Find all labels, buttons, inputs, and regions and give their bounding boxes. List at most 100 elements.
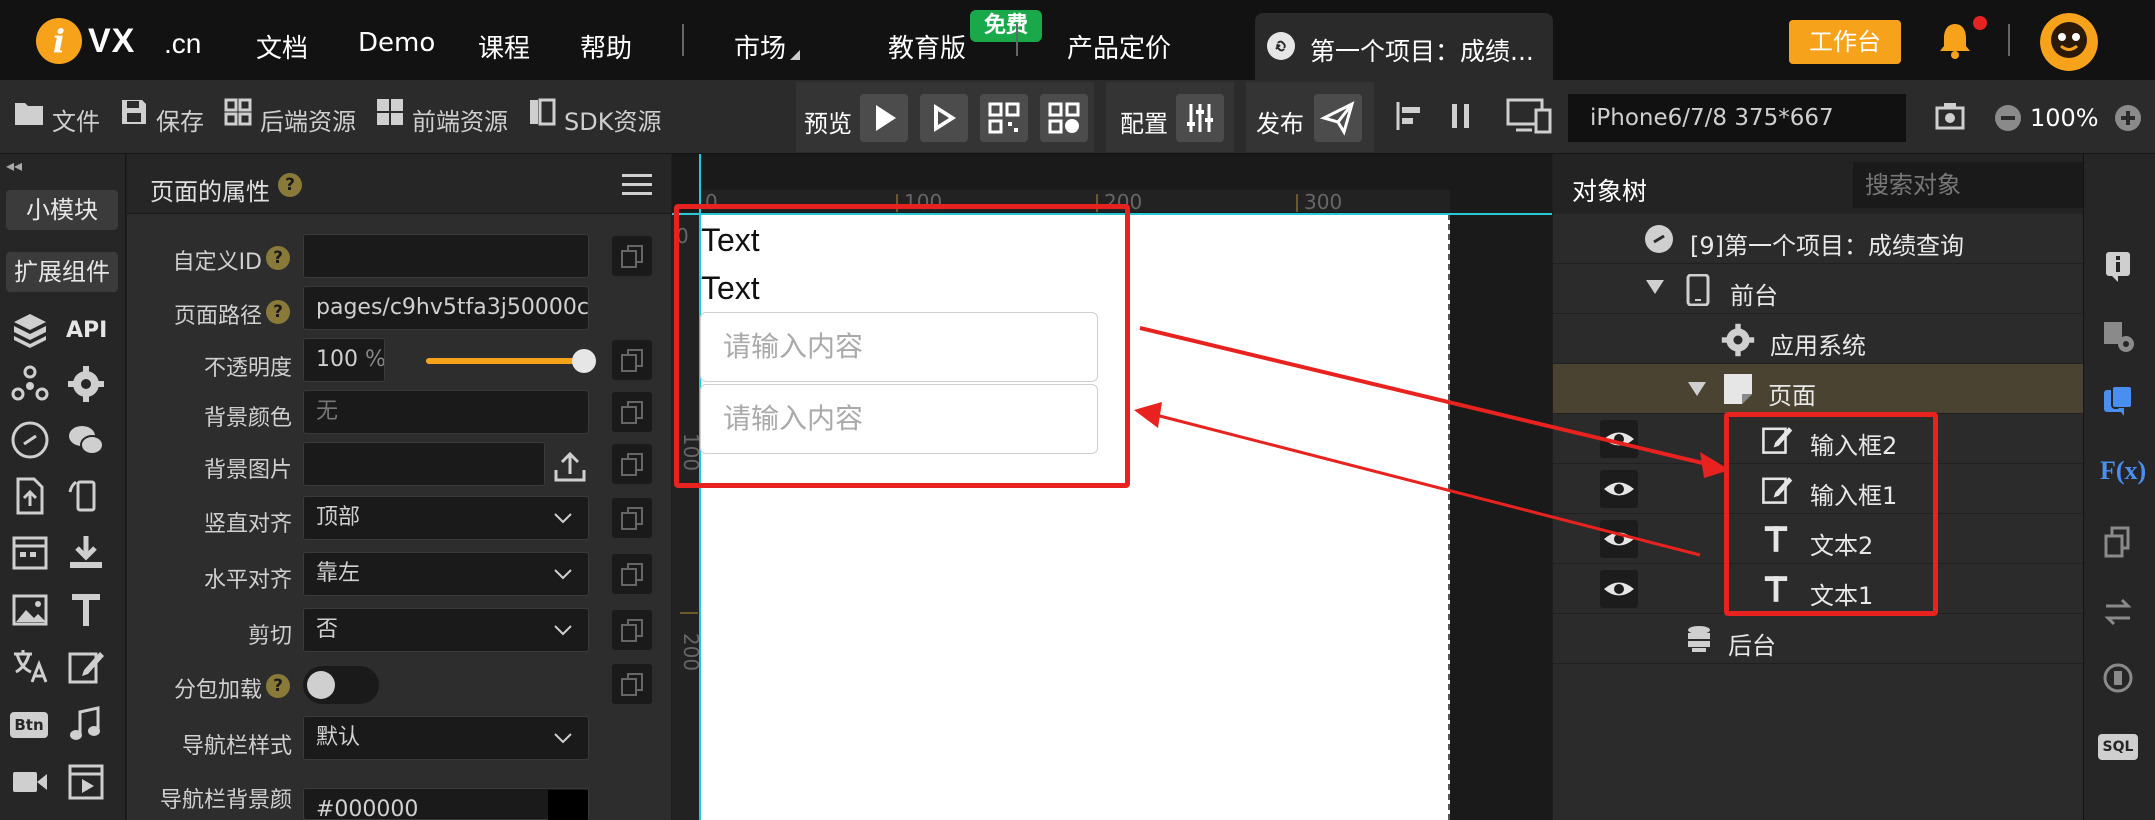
upload-icon[interactable] — [552, 448, 588, 484]
copy-layers-icon[interactable] — [2100, 524, 2136, 560]
video-player-icon[interactable] — [66, 762, 106, 802]
copy-button[interactable] — [612, 236, 652, 276]
vertical-align-select[interactable]: 顶部 — [303, 496, 589, 540]
ext-components-button[interactable]: 扩展组件 — [6, 252, 118, 292]
function-icon[interactable]: F(x) — [2100, 456, 2146, 486]
qr-preview-button[interactable] — [980, 94, 1028, 142]
opacity-slider[interactable] — [412, 346, 598, 376]
logo-suffix[interactable]: .cn — [164, 28, 201, 60]
workbench-button[interactable]: 工作台 — [1789, 20, 1901, 64]
zoom-in-icon[interactable] — [2114, 104, 2142, 132]
sdk-resources-button[interactable]: SDK资源 — [564, 102, 661, 137]
tree-label-project[interactable]: [9]第一个项目：成绩查询 — [1690, 226, 1964, 261]
upload-file-icon[interactable] — [10, 476, 50, 516]
help-icon[interactable]: ? — [266, 300, 290, 324]
menu-icon[interactable] — [622, 172, 652, 196]
clip-select[interactable]: 否 — [303, 608, 589, 652]
bell-icon[interactable] — [1938, 20, 1972, 60]
nav-help[interactable]: 帮助 — [580, 28, 632, 65]
save-button[interactable]: 保存 — [156, 102, 204, 137]
navbar-bg-input[interactable]: #000000 — [303, 788, 589, 820]
copy-button[interactable] — [612, 610, 652, 650]
logo-text[interactable]: VX — [88, 22, 135, 61]
project-tab-label[interactable]: 第一个项目：成绩... — [1310, 32, 1534, 68]
logo-mark[interactable]: i — [36, 18, 82, 64]
nav-pricing[interactable]: 产品定价 — [1067, 28, 1171, 65]
sql-icon[interactable]: SQL — [2098, 734, 2138, 760]
tree-label-frontend[interactable]: 前台 — [1730, 276, 1778, 311]
device-icon[interactable] — [1506, 96, 1554, 136]
align-left-icon[interactable] — [1394, 100, 1426, 132]
tree-row-backend[interactable] — [1553, 614, 2083, 664]
expand-triangle-icon[interactable] — [1646, 280, 1664, 296]
download-icon[interactable] — [66, 532, 106, 572]
backend-resources-button[interactable]: 后端资源 — [260, 102, 356, 137]
help-icon[interactable]: ? — [278, 173, 302, 197]
edit-icon[interactable] — [66, 646, 106, 686]
small-module-button[interactable]: 小模块 — [6, 190, 118, 230]
copy-button[interactable] — [612, 444, 652, 484]
help-icon[interactable]: ? — [266, 246, 290, 270]
video-icon[interactable] — [10, 762, 50, 802]
mobile-rotate-icon[interactable] — [66, 476, 106, 516]
horizontal-align-select[interactable]: 靠左 — [303, 552, 589, 596]
subpackage-toggle[interactable] — [303, 666, 379, 704]
wechat-icon[interactable] — [66, 420, 106, 460]
style-settings-icon[interactable] — [2100, 318, 2136, 354]
help-icon[interactable]: ? — [266, 674, 290, 698]
link-circle-icon[interactable] — [10, 420, 50, 460]
file-menu[interactable]: 文件 — [52, 102, 100, 137]
image-icon[interactable] — [10, 590, 50, 630]
copy-button[interactable] — [612, 554, 652, 594]
device-select[interactable]: iPhone6/7/8 375*667 — [1568, 94, 1906, 142]
play-button[interactable] — [860, 94, 908, 142]
miniapp-qr-button[interactable] — [1040, 94, 1088, 142]
visibility-toggle[interactable] — [1600, 570, 1638, 608]
sync-icon[interactable] — [2100, 660, 2136, 696]
text-icon[interactable] — [66, 590, 106, 630]
music-icon[interactable] — [66, 704, 106, 744]
page-path-input[interactable]: pages/c9hv5tfa3j50000c — [303, 286, 589, 330]
slider-knob[interactable] — [572, 349, 596, 373]
tree-label-page[interactable]: 页面 — [1768, 376, 1816, 411]
avatar[interactable] — [2040, 13, 2098, 71]
info-icon[interactable] — [2100, 248, 2136, 284]
copy-button[interactable] — [612, 340, 652, 380]
bg-image-input[interactable] — [303, 442, 545, 486]
swap-icon[interactable] — [2100, 594, 2136, 630]
align-distribute-icon[interactable] — [1446, 100, 1478, 132]
copy-button[interactable] — [612, 498, 652, 538]
opacity-input[interactable]: 100 % — [303, 338, 385, 382]
navbar-bg-swatch[interactable] — [548, 790, 588, 820]
play-device-button[interactable] — [920, 94, 968, 142]
nav-education[interactable]: 教育版 — [888, 28, 966, 65]
api-icon[interactable]: API — [66, 318, 107, 343]
events-icon[interactable] — [2100, 384, 2136, 420]
tree-row-frontend[interactable] — [1553, 264, 2083, 314]
tree-label-backend[interactable]: 后台 — [1728, 626, 1776, 661]
custom-id-input[interactable] — [303, 234, 589, 278]
copy-button[interactable] — [612, 392, 652, 432]
nav-docs[interactable]: 文档 — [256, 28, 308, 65]
config-button[interactable] — [1176, 94, 1224, 142]
zoom-out-icon[interactable] — [1994, 104, 2022, 132]
frontend-resources-button[interactable]: 前端资源 — [412, 102, 508, 137]
copy-button[interactable] — [612, 664, 652, 704]
nav-market[interactable]: 市场 — [734, 28, 786, 65]
navbar-style-select[interactable]: 默认 — [303, 716, 589, 760]
translate-icon[interactable] — [10, 646, 50, 686]
gear-icon[interactable] — [66, 364, 106, 404]
button-component-icon[interactable]: Btn — [10, 712, 48, 738]
nav-demo[interactable]: Demo — [358, 28, 435, 58]
tree-label-app-system[interactable]: 应用系统 — [1770, 326, 1866, 361]
nodes-icon[interactable] — [10, 364, 50, 404]
object-tree-tab[interactable]: 对象树 — [1572, 172, 1647, 208]
bg-color-input[interactable]: 无 — [303, 390, 589, 434]
nav-courses[interactable]: 课程 — [478, 28, 530, 65]
cube-icon[interactable] — [10, 310, 50, 350]
publish-button[interactable] — [1314, 94, 1362, 142]
calendar-icon[interactable] — [10, 532, 50, 572]
object-search-input[interactable]: 搜索对象 — [1853, 162, 2105, 208]
screenshot-icon[interactable] — [1934, 100, 1966, 132]
collapse-rail-icon[interactable]: ◂◂ — [6, 156, 22, 175]
